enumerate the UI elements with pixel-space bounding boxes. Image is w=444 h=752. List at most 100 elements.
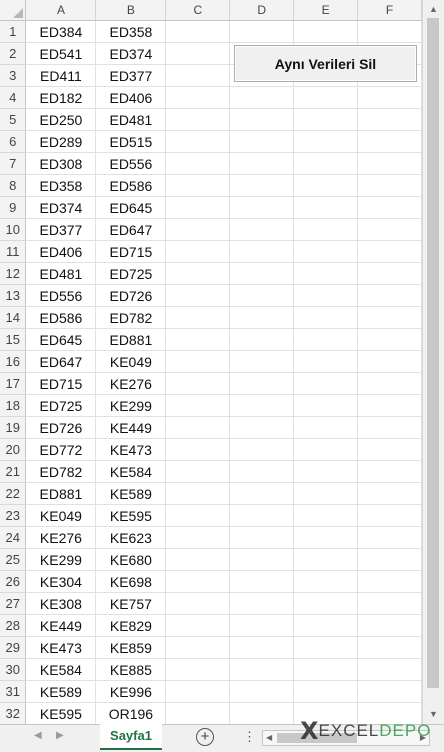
cell-b[interactable]: ED586 (95, 174, 167, 197)
empty-cell[interactable] (357, 328, 422, 351)
cell-b[interactable]: KE049 (95, 350, 167, 373)
empty-cell[interactable] (293, 86, 359, 109)
empty-cell[interactable] (357, 152, 422, 175)
empty-cell[interactable] (229, 460, 295, 483)
empty-cell[interactable] (229, 284, 295, 307)
empty-cell[interactable] (229, 350, 295, 373)
empty-cell[interactable] (357, 636, 422, 659)
empty-cell[interactable] (165, 482, 231, 505)
empty-cell[interactable] (357, 174, 422, 197)
column-header-d[interactable]: D (229, 0, 295, 21)
empty-cell[interactable] (293, 438, 359, 461)
empty-cell[interactable] (229, 592, 295, 615)
empty-cell[interactable] (229, 328, 295, 351)
scroll-left-icon[interactable]: ◀ (266, 731, 272, 745)
empty-cell[interactable] (357, 108, 422, 131)
empty-cell[interactable] (357, 658, 422, 681)
empty-cell[interactable] (293, 526, 359, 549)
cell-a[interactable]: ED715 (25, 372, 97, 395)
cell-a[interactable]: KE304 (25, 570, 97, 593)
empty-cell[interactable] (357, 394, 422, 417)
row-header[interactable]: 15 (0, 328, 27, 351)
row-header[interactable]: 30 (0, 658, 27, 681)
cell-b[interactable]: ED406 (95, 86, 167, 109)
row-header[interactable]: 9 (0, 196, 27, 219)
cell-b[interactable]: KE996 (95, 680, 167, 703)
cell-b[interactable]: ED515 (95, 130, 167, 153)
column-header-e[interactable]: E (293, 0, 359, 21)
empty-cell[interactable] (229, 526, 295, 549)
row-header[interactable]: 16 (0, 350, 27, 373)
row-header[interactable]: 24 (0, 526, 27, 549)
cell-b[interactable]: KE829 (95, 614, 167, 637)
empty-cell[interactable] (293, 658, 359, 681)
cell-a[interactable]: ED782 (25, 460, 97, 483)
cell-b[interactable]: KE757 (95, 592, 167, 615)
empty-cell[interactable] (357, 548, 422, 571)
cell-b[interactable]: KE698 (95, 570, 167, 593)
empty-cell[interactable] (165, 240, 231, 263)
cell-a[interactable]: ED377 (25, 218, 97, 241)
cell-b[interactable]: KE595 (95, 504, 167, 527)
empty-cell[interactable] (165, 306, 231, 329)
row-header[interactable]: 4 (0, 86, 27, 109)
empty-cell[interactable] (293, 570, 359, 593)
cell-a[interactable]: KE276 (25, 526, 97, 549)
empty-cell[interactable] (293, 416, 359, 439)
cell-a[interactable]: ED881 (25, 482, 97, 505)
empty-cell[interactable] (357, 416, 422, 439)
cell-b[interactable]: ED647 (95, 218, 167, 241)
empty-cell[interactable] (165, 218, 231, 241)
column-header-c[interactable]: C (165, 0, 231, 21)
cell-a[interactable]: ED384 (25, 20, 97, 43)
next-sheet-icon[interactable]: ▶ (56, 730, 64, 741)
empty-cell[interactable] (293, 306, 359, 329)
empty-cell[interactable] (229, 108, 295, 131)
empty-cell[interactable] (293, 174, 359, 197)
empty-cell[interactable] (165, 460, 231, 483)
cell-b[interactable]: KE859 (95, 636, 167, 659)
empty-cell[interactable] (165, 614, 231, 637)
empty-cell[interactable] (165, 680, 231, 703)
column-header-f[interactable]: F (357, 0, 422, 21)
row-header[interactable]: 7 (0, 152, 27, 175)
empty-cell[interactable] (229, 152, 295, 175)
vertical-scrollbar[interactable]: ▲ ▼ (422, 0, 444, 724)
empty-cell[interactable] (229, 570, 295, 593)
row-header[interactable]: 10 (0, 218, 27, 241)
empty-cell[interactable] (229, 240, 295, 263)
cell-a[interactable]: ED725 (25, 394, 97, 417)
cell-a[interactable]: ED406 (25, 240, 97, 263)
select-all-corner[interactable] (0, 0, 27, 21)
cell-b[interactable]: KE473 (95, 438, 167, 461)
cell-b[interactable]: OR196 (95, 702, 167, 724)
cell-a[interactable]: ED289 (25, 130, 97, 153)
cell-a[interactable]: KE299 (25, 548, 97, 571)
empty-cell[interactable] (229, 20, 295, 43)
sheet-tab-sayfa1[interactable]: Sayfa1 (100, 724, 162, 750)
add-sheet-icon[interactable]: + (196, 728, 214, 746)
cell-b[interactable]: ED782 (95, 306, 167, 329)
empty-cell[interactable] (165, 526, 231, 549)
empty-cell[interactable] (165, 262, 231, 285)
empty-cell[interactable] (293, 372, 359, 395)
empty-cell[interactable] (357, 262, 422, 285)
empty-cell[interactable] (293, 240, 359, 263)
empty-cell[interactable] (357, 240, 422, 263)
empty-cell[interactable] (229, 372, 295, 395)
cell-b[interactable]: ED715 (95, 240, 167, 263)
empty-cell[interactable] (293, 20, 359, 43)
empty-cell[interactable] (293, 218, 359, 241)
row-header[interactable]: 17 (0, 372, 27, 395)
empty-cell[interactable] (229, 438, 295, 461)
empty-cell[interactable] (357, 218, 422, 241)
cell-b[interactable]: ED645 (95, 196, 167, 219)
cell-b[interactable]: KE276 (95, 372, 167, 395)
cell-b[interactable]: KE449 (95, 416, 167, 439)
empty-cell[interactable] (293, 592, 359, 615)
empty-cell[interactable] (165, 658, 231, 681)
empty-cell[interactable] (357, 350, 422, 373)
empty-cell[interactable] (357, 196, 422, 219)
empty-cell[interactable] (357, 438, 422, 461)
cell-a[interactable]: ED250 (25, 108, 97, 131)
